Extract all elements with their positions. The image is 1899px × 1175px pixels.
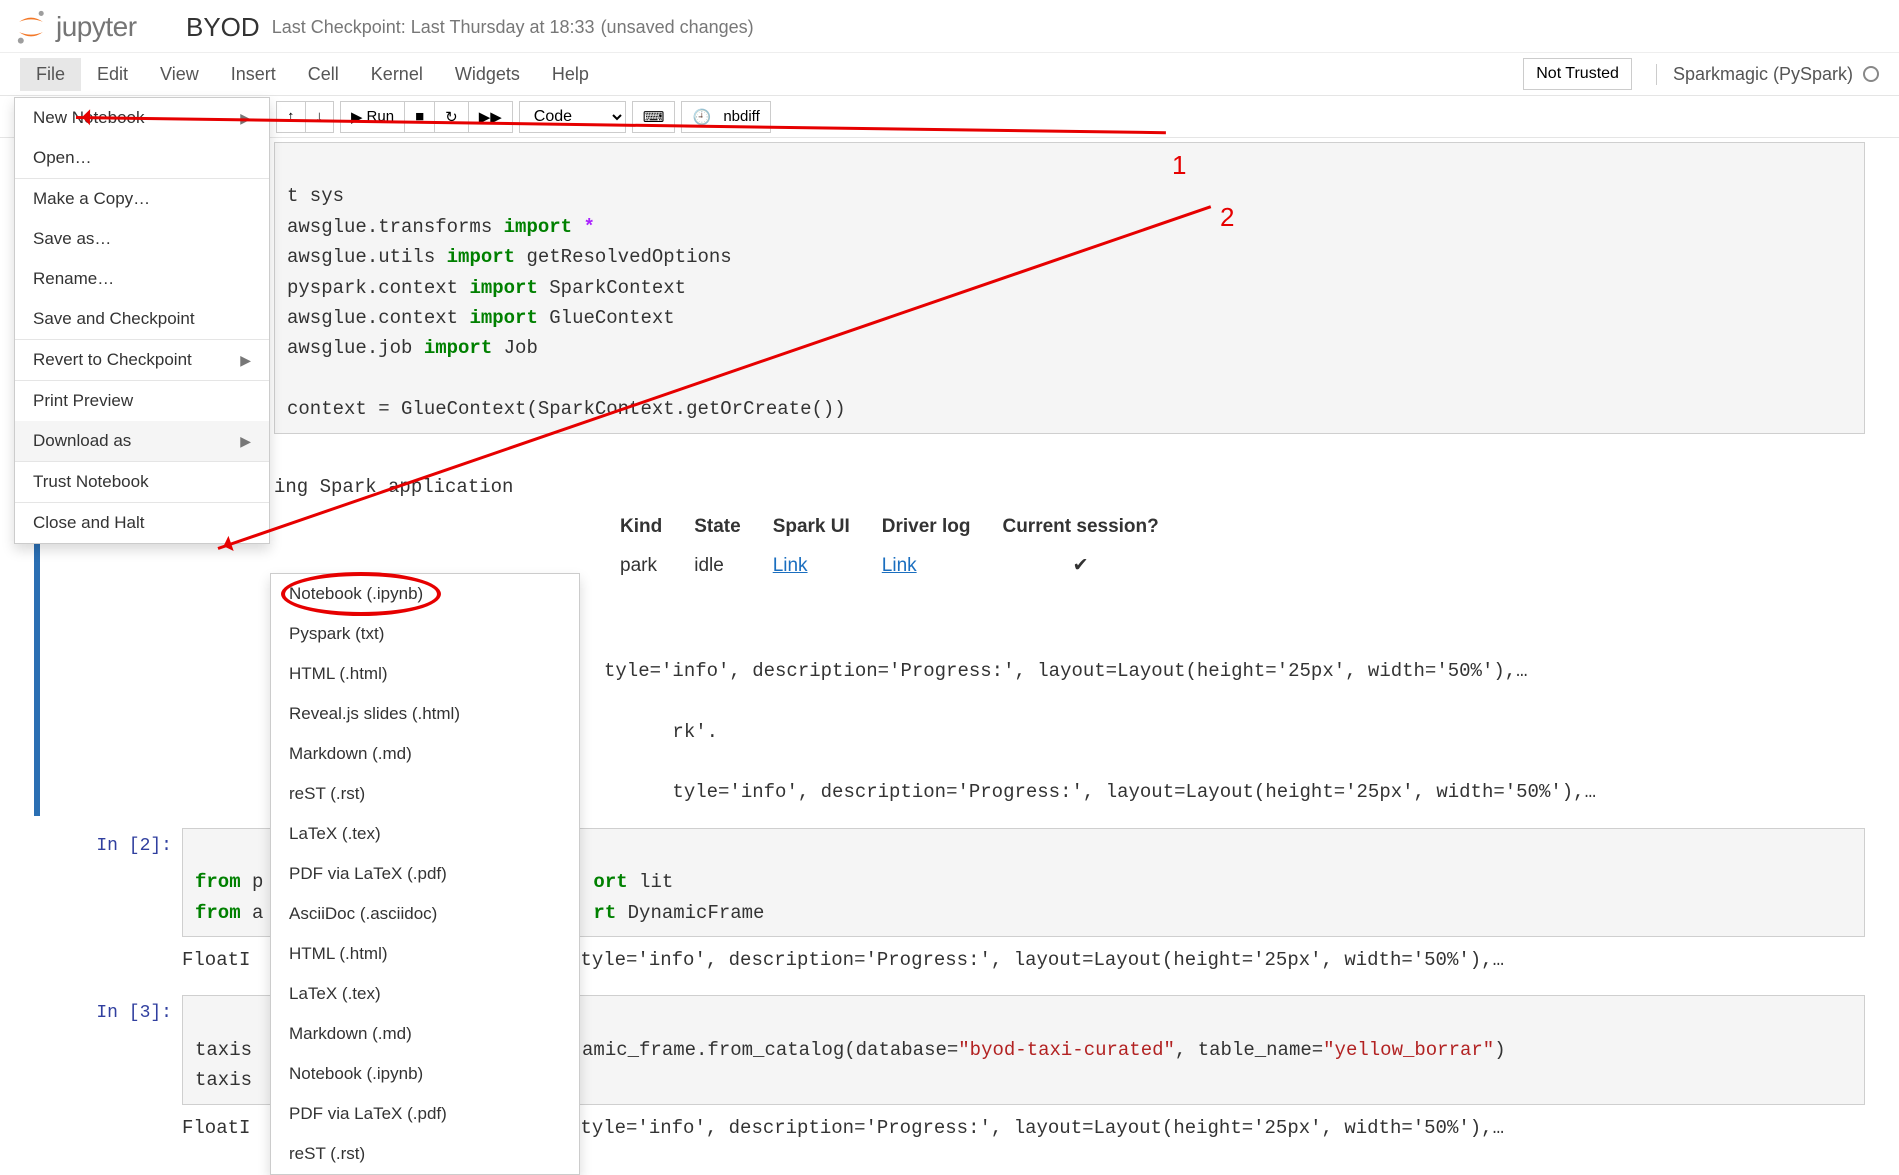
cell-1-input: In [1]: t sys awsglue.transforms import … xyxy=(34,142,1865,434)
cell-2-prompt: In [2]: xyxy=(34,828,182,937)
th-state: State xyxy=(678,508,756,546)
checkpoint-text: Last Checkpoint: Last Thursday at 18:33 xyxy=(272,17,595,38)
annotation-label-2: 2 xyxy=(1220,202,1234,233)
not-trusted-button[interactable]: Not Trusted xyxy=(1523,58,1632,90)
spark-ui-link[interactable]: Link xyxy=(773,555,808,576)
notebook-name[interactable]: BYOD xyxy=(186,12,260,43)
download-as-submenu: Notebook (.ipynb) Pyspark (txt) HTML (.h… xyxy=(270,573,580,1175)
th-kind: Kind xyxy=(604,508,678,546)
kernel-indicator-icon xyxy=(1863,66,1879,82)
notebook-header: jupyter BYOD Last Checkpoint: Last Thurs… xyxy=(0,0,1899,52)
menubar: File Edit View Insert Cell Kernel Widget… xyxy=(0,52,1899,96)
kernel-name[interactable]: Sparkmagic (PySpark) xyxy=(1656,64,1853,85)
keyboard-icon: ⌨ xyxy=(643,108,665,126)
download-html[interactable]: HTML (.html) xyxy=(271,654,579,694)
download-rest[interactable]: reST (.rst) xyxy=(271,774,579,814)
download-markdown-2[interactable]: Markdown (.md) xyxy=(271,1014,579,1054)
th-driverlog: Driver log xyxy=(866,508,987,546)
menu-print-preview[interactable]: Print Preview xyxy=(15,381,269,421)
chevron-right-icon: ▶ xyxy=(240,352,251,369)
annotation-label-1: 1 xyxy=(1172,150,1186,181)
code-cell-1[interactable]: t sys awsglue.transforms import * awsglu… xyxy=(274,142,1865,434)
menu-save-as[interactable]: Save as… xyxy=(15,219,269,259)
menu-close-halt[interactable]: Close and Halt xyxy=(15,503,269,543)
menu-edit[interactable]: Edit xyxy=(81,58,144,91)
run-button[interactable]: ▶Run xyxy=(340,101,405,133)
annotation-circle-pyspark xyxy=(281,572,441,616)
stop-button[interactable]: ■ xyxy=(405,101,435,133)
download-html-2[interactable]: HTML (.html) xyxy=(271,934,579,974)
menu-help[interactable]: Help xyxy=(536,58,605,91)
arrow-up-icon: ↑ xyxy=(287,108,295,125)
download-pdf-latex-2[interactable]: PDF via LaTeX (.pdf) xyxy=(271,1094,579,1134)
menu-widgets[interactable]: Widgets xyxy=(439,58,536,91)
move-up-button[interactable]: ↑ xyxy=(276,101,306,133)
menu-cell[interactable]: Cell xyxy=(292,58,355,91)
cell-type-select[interactable]: Code xyxy=(519,101,626,133)
download-pyspark-txt[interactable]: Pyspark (txt) xyxy=(271,614,579,654)
download-markdown[interactable]: Markdown (.md) xyxy=(271,734,579,774)
spark-session-table: Kind State Spark UI Driver log Current s… xyxy=(604,508,1175,585)
menu-insert[interactable]: Insert xyxy=(215,58,292,91)
th-current: Current session? xyxy=(986,508,1174,546)
download-notebook-ipynb-2[interactable]: Notebook (.ipynb) xyxy=(271,1054,579,1094)
jupyter-icon xyxy=(14,10,48,44)
toolbar: ↑ ↓ ▶Run ■ ↻ ▶▶ Code ⌨ 🕘 nbdiff xyxy=(0,96,1899,138)
td-kind: park xyxy=(604,547,678,585)
chevron-right-icon: ▶ xyxy=(240,433,251,450)
move-down-button[interactable]: ↓ xyxy=(306,101,335,133)
file-dropdown: New Notebook▶ Open… Make a Copy… Save as… xyxy=(14,97,270,544)
download-latex-2[interactable]: LaTeX (.tex) xyxy=(271,974,579,1014)
th-sparkui: Spark UI xyxy=(757,508,866,546)
driver-log-link[interactable]: Link xyxy=(882,555,917,576)
jupyter-logo: jupyter xyxy=(14,10,174,44)
restart-run-all-button[interactable]: ▶▶ xyxy=(469,101,513,133)
clock-icon: 🕘 xyxy=(692,108,711,126)
menu-save-checkpoint[interactable]: Save and Checkpoint xyxy=(15,299,269,339)
menu-rename[interactable]: Rename… xyxy=(15,259,269,299)
restart-button[interactable]: ↻ xyxy=(435,101,469,133)
download-revealjs[interactable]: Reveal.js slides (.html) xyxy=(271,694,579,734)
download-pdf-latex[interactable]: PDF via LaTeX (.pdf) xyxy=(271,854,579,894)
menu-download-as[interactable]: Download as▶ xyxy=(15,421,269,461)
cell-3-prompt: In [3]: xyxy=(34,995,182,1104)
menu-view[interactable]: View xyxy=(144,58,215,91)
menu-make-copy[interactable]: Make a Copy… xyxy=(15,179,269,219)
menu-kernel[interactable]: Kernel xyxy=(355,58,439,91)
unsaved-text: (unsaved changes) xyxy=(601,17,754,38)
menu-file[interactable]: File xyxy=(20,58,81,91)
td-state: idle xyxy=(678,547,756,585)
td-current: ✔ xyxy=(986,547,1174,585)
download-latex[interactable]: LaTeX (.tex) xyxy=(271,814,579,854)
command-palette-button[interactable]: ⌨ xyxy=(632,101,676,133)
menu-open[interactable]: Open… xyxy=(15,138,269,178)
menu-trust-notebook[interactable]: Trust Notebook xyxy=(15,462,269,502)
menu-revert-checkpoint[interactable]: Revert to Checkpoint▶ xyxy=(15,340,269,380)
jupyter-logo-text: jupyter xyxy=(56,11,137,43)
download-rest-2[interactable]: reST (.rst) xyxy=(271,1134,579,1174)
download-asciidoc[interactable]: AsciiDoc (.asciidoc) xyxy=(271,894,579,934)
